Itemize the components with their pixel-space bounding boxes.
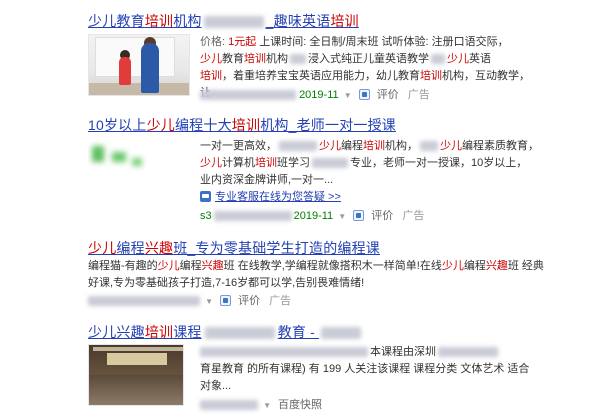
title-part: 培训 [144,13,174,29]
result-title[interactable]: 少儿教育培训机构 _趣味英语培训 [88,11,359,31]
redacted-text [200,347,368,358]
snapshot-link[interactable]: 百度快照 [278,399,322,411]
snippet-line: 一对一更高效， 少儿编程培训机构， 少儿编程素质教育， [200,140,539,152]
photo-sign [107,353,167,365]
result-thumbnail[interactable] [88,138,190,200]
redacted-text [312,158,348,169]
ad-label: 广告 [269,295,292,307]
redacted-text [203,16,264,29]
redacted-text [431,54,445,65]
title-part: 少儿教育 [88,13,145,29]
result-thumbnail[interactable] [88,344,184,406]
redacted-text [420,141,438,152]
snippet-line: 少儿计算机培训班学习 专业，老师一对一授课，10岁以上， [200,157,528,169]
photo-floor [89,375,183,405]
result-meta: ▼ 百度快照 [200,396,322,412]
feedback-link[interactable]: 评价 [238,295,260,307]
result-meta: s3 2019-11 ▼ 评价 广告 [200,207,424,223]
snippet-line: 好课,专为零基础孩子打造,7-16岁都可以学,告别畏难情绪! [88,277,365,289]
verified-shield-icon[interactable] [358,88,370,100]
chevron-down-icon[interactable]: ▼ [205,297,213,306]
title-part: _ [265,13,274,29]
title-part: 趣味英语 [273,13,331,29]
redacted-text [321,327,362,340]
redacted-url [213,211,292,222]
photo-blurred [92,146,104,162]
redacted-text [279,141,317,152]
result-snippet: 本课程由深圳 育星教育 的所有课程) 有 199 人关注该课程 课程分类 文体艺… [200,344,540,395]
snippet-line: 本课程由深圳 [200,344,540,361]
feedback-link[interactable]: 评价 [377,89,399,101]
result-meta: 2019-11 ▼ 评价 广告 [200,86,430,102]
ask-line: 专业客服在线为您答疑 >> [200,189,540,206]
photo-teacher [141,43,159,93]
photo-whiteboard [95,37,175,77]
result-date: 2019-11 [299,89,339,101]
redacted-text [438,347,498,358]
photo-blurred [132,158,142,166]
result-snippet: 一对一更高效， 少儿编程培训机构， 少儿编程素质教育， 少儿计算机培训班学习 专业，老… [200,138,540,206]
photo-blurred [112,152,126,162]
redacted-url [88,296,200,307]
redacted-url [200,90,296,101]
verified-shield-icon[interactable] [220,294,232,306]
redacted-url [200,400,258,411]
snippet-line: 育星教育 的所有课程) 有 199 人关注该课程 课程分类 文体艺术 适合 [200,363,530,375]
chevron-down-icon[interactable]: ▼ [338,212,346,221]
result-title[interactable]: 少儿兴趣培训课程 教育 - [88,322,362,342]
chevron-down-icon[interactable]: ▼ [263,401,271,410]
result-date: 2019-11 [293,210,334,222]
chat-icon [200,190,211,202]
redacted-text [204,327,275,340]
photo-floor [89,83,189,95]
customer-service-link[interactable]: 专业客服在线为您答疑 >> [215,191,341,203]
result-title[interactable]: 10岁以上少儿编程十大培训机构_老师一对一授课 [88,115,396,135]
result-thumbnail[interactable] [88,34,190,96]
snippet-line: 对象... [200,380,232,392]
snippet-line: 业内资深金牌讲师,一对一... [200,174,334,186]
photo-child [119,57,131,85]
redacted-text [290,54,306,65]
title-part: 机构 [173,13,202,29]
feedback-link[interactable]: 评价 [371,210,393,222]
photo-light [93,347,183,351]
snippet-line: 价格: 1元起 上课时间: 全日制/周末班 试听体验: 注册口语交际， [200,36,509,48]
title-part: 培训 [330,13,359,29]
result-meta: ▼ 评价 广告 [88,292,291,308]
ad-label: 广告 [407,89,430,101]
result-title[interactable]: 少儿编程兴趣班_专为零基础学生打造的编程课 [88,238,380,258]
ad-label: 广告 [402,210,425,222]
snippet-line: 少儿教育培训机构 浸入式纯正儿童英语教学 少儿英语 [200,53,491,65]
result-snippet: 编程猫-有趣的少儿编程兴趣班 在线教学,学编程就像搭积木一样简单!在线少儿编程兴… [88,258,588,292]
chevron-down-icon[interactable]: ▼ [344,91,352,100]
verified-shield-icon[interactable] [353,209,365,221]
result-url: s3 [200,210,212,222]
snippet-line: 编程猫-有趣的少儿编程兴趣班 在线教学,学编程就像搭积木一样简单!在线少儿编程兴… [88,260,544,272]
